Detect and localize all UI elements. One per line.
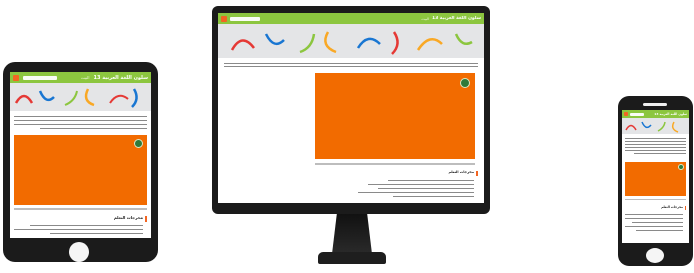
desktop-monitor: سلون اللغة العربية 13 البيت مخرجات التعل… — [212, 6, 490, 214]
desktop-section-heading: مخرجات التعلم — [448, 170, 474, 174]
text-line — [50, 233, 143, 234]
text-line — [14, 229, 143, 230]
tablet-video-controls[interactable] — [14, 208, 147, 210]
phone-device: سلون اللغة العربية 13 مخرجات التعلم — [618, 96, 693, 266]
tablet-video-player[interactable] — [14, 135, 147, 205]
tablet-breadcrumb[interactable]: البيت — [81, 75, 90, 80]
video-badge-icon — [678, 164, 684, 170]
phone-header: سلون اللغة العربية 13 — [622, 110, 689, 118]
tablet-letters-banner — [10, 83, 151, 111]
desktop-header: سلون اللغة العربية 13 البيت — [218, 13, 484, 24]
text-line — [358, 192, 474, 193]
tablet-home-button[interactable] — [69, 242, 89, 262]
text-line — [388, 180, 474, 181]
text-line — [393, 196, 474, 197]
text-line — [40, 128, 147, 129]
text-line — [224, 66, 478, 67]
text-line — [625, 150, 686, 151]
text-line — [632, 222, 683, 223]
tablet-search-bar[interactable] — [23, 75, 57, 80]
text-line — [368, 184, 474, 185]
phone-section-heading: مخرجات التعلم — [661, 205, 683, 209]
text-line — [636, 230, 683, 231]
text-line — [378, 188, 474, 189]
tablet-screen: سلون اللغة العربية 13 البيت مخرجات التعل… — [10, 72, 151, 238]
text-line — [625, 218, 683, 219]
desktop-letters-banner — [218, 24, 484, 58]
desktop-breadcrumb[interactable]: البيت — [421, 17, 429, 21]
text-line — [634, 153, 686, 154]
video-badge-icon — [460, 78, 470, 88]
phone-video-player[interactable] — [625, 162, 686, 196]
phone-screen: سلون اللغة العربية 13 مخرجات التعلم — [622, 110, 689, 243]
tablet-header: سلون اللغة العربية 13 البيت — [10, 72, 151, 83]
desktop-video-controls[interactable] — [315, 163, 475, 165]
tablet-site-title: سلون اللغة العربية 13 — [93, 74, 148, 81]
phone-home-button[interactable] — [646, 248, 664, 263]
text-line — [625, 138, 686, 139]
text-line — [14, 124, 147, 125]
logo-icon[interactable] — [624, 112, 628, 116]
tablet-section-heading: مخرجات التعلم — [113, 215, 143, 220]
desktop-site-title: سلون اللغة العربية 13 — [431, 16, 481, 21]
text-line — [30, 225, 143, 226]
text-line — [625, 144, 686, 145]
desktop-screen: سلون اللغة العربية 13 البيت مخرجات التعل… — [218, 13, 484, 203]
phone-video-controls[interactable] — [625, 199, 686, 200]
phone-site-title: سلون اللغة العربية 13 — [654, 112, 687, 116]
monitor-stand — [332, 214, 372, 254]
phone-heading-accent — [685, 206, 686, 210]
text-line — [625, 214, 683, 215]
desktop-search-bar[interactable] — [230, 16, 260, 21]
responsive-devices-mockup: سلون اللغة العربية 13 البيت مخرجات التعل… — [0, 0, 694, 273]
desktop-video-player[interactable] — [315, 73, 475, 159]
text-line — [625, 141, 686, 142]
desktop-heading-accent — [476, 171, 478, 176]
logo-icon[interactable] — [13, 74, 19, 81]
text-line — [14, 120, 147, 121]
phone-letters-banner — [622, 118, 689, 134]
video-badge-icon — [134, 139, 143, 148]
monitor-base — [318, 252, 386, 264]
text-line — [625, 147, 686, 148]
text-line — [14, 116, 147, 117]
logo-icon[interactable] — [221, 15, 227, 22]
text-line — [625, 226, 683, 227]
phone-search-bar[interactable] — [630, 112, 644, 116]
text-line — [224, 63, 478, 64]
tablet-heading-accent — [145, 216, 147, 222]
tablet-device: سلون اللغة العربية 13 البيت مخرجات التعل… — [3, 62, 158, 262]
phone-speaker — [643, 103, 667, 106]
